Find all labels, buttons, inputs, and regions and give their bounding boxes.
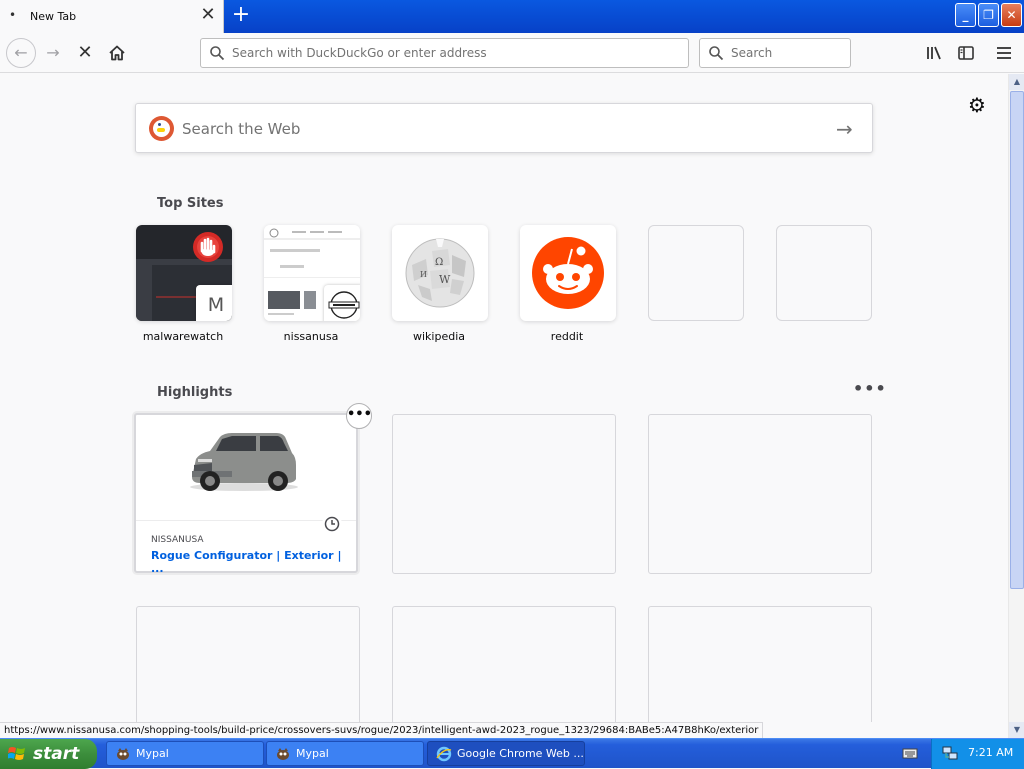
internet-explorer-icon (436, 746, 452, 762)
navigation-toolbar: ← → ✕ Search with DuckDuckGo or enter ad… (0, 33, 1024, 73)
sidebar-icon (958, 46, 974, 60)
taskbar-button-ie[interactable]: Google Chrome Web ... (427, 741, 585, 766)
tile-letter-badge: M (196, 285, 232, 321)
taskbar-button-mypal[interactable]: Mypal (266, 741, 424, 766)
top-site-tile-malwarewatch[interactable]: M (136, 225, 232, 321)
home-button[interactable] (103, 39, 131, 67)
reddit-logo-icon (532, 237, 604, 309)
highlight-card[interactable]: NISSANUSA Rogue Configurator | Exterior … (134, 413, 358, 575)
nissan-logo-icon (324, 285, 360, 321)
hamburger-menu-icon (997, 47, 1011, 59)
close-window-button[interactable]: ✕ (1001, 3, 1022, 27)
taskbar-button-label: Mypal (136, 747, 169, 760)
address-bar-placeholder: Search with DuckDuckGo or enter address (232, 46, 487, 60)
scrollbar-thumb[interactable] (1010, 91, 1024, 589)
windows-taskbar: start Mypal Mypal Google Chrome Web ... … (0, 738, 1024, 769)
new-tab-button[interactable]: + (228, 4, 254, 28)
top-sites-heading: Top Sites (157, 196, 224, 211)
network-icon[interactable] (942, 745, 958, 761)
search-bar-placeholder: Search (731, 46, 773, 60)
duckduckgo-logo-icon (149, 116, 174, 141)
scroll-down-arrow-icon[interactable]: ▼ (1009, 722, 1024, 738)
home-icon (109, 45, 125, 61)
taskbar-clock[interactable]: 7:21 AM (968, 746, 1013, 759)
search-icon (709, 46, 724, 61)
menu-button[interactable] (990, 39, 1018, 67)
status-link-url: https://www.nissanusa.com/shopping-tools… (0, 722, 764, 738)
settings-gear-icon[interactable]: ⚙ (966, 94, 988, 116)
mypal-app-icon (117, 748, 129, 760)
taskbar-button-label: Google Chrome Web ... (457, 747, 584, 760)
top-site-tile-wikipedia[interactable]: Ω W И (392, 225, 488, 321)
highlight-context-menu-button[interactable]: ••• (346, 403, 372, 429)
new-tab-page: ⚙ Search the Web → Top Sites M Ω W И mal… (0, 74, 1008, 722)
stop-button[interactable]: ✕ (71, 39, 99, 67)
tab-loading-icon: • (9, 8, 17, 22)
highlight-empty-slot (136, 606, 360, 722)
mypal-app-icon (277, 748, 289, 760)
highlight-source: NISSANUSA (151, 535, 204, 545)
search-icon (210, 46, 225, 61)
start-button[interactable]: start (0, 739, 97, 769)
back-button[interactable]: ← (6, 38, 36, 68)
top-site-label[interactable]: malwarewatch (135, 330, 231, 343)
car-image (190, 433, 298, 491)
svg-text:И: И (420, 270, 427, 279)
search-bar[interactable]: Search (699, 38, 851, 68)
top-site-empty-slot (776, 225, 872, 321)
keyboard-icon[interactable] (902, 745, 918, 761)
web-search-box[interactable]: Search the Web → (135, 103, 873, 153)
search-submit-arrow-icon[interactable]: → (836, 117, 853, 141)
start-label: start (33, 744, 80, 764)
top-site-label[interactable]: wikipedia (391, 330, 487, 343)
web-search-placeholder: Search the Web (182, 120, 301, 138)
sidebar-button[interactable] (952, 39, 980, 67)
wikipedia-globe-icon: Ω W И (405, 238, 475, 308)
highlight-empty-slot (392, 606, 616, 722)
svg-text:W: W (439, 273, 451, 286)
svg-text:Ω: Ω (435, 257, 443, 268)
scroll-up-arrow-icon[interactable]: ▲ (1009, 74, 1024, 90)
clock-icon (322, 514, 342, 534)
top-site-empty-slot (648, 225, 744, 321)
library-button[interactable] (920, 39, 948, 67)
library-icon (927, 46, 941, 60)
highlight-thumbnail (136, 415, 356, 521)
top-site-label[interactable]: nissanusa (263, 330, 359, 343)
tab-strip: • New Tab ✕ + _ ❐ ✕ (0, 0, 1024, 33)
address-bar[interactable]: Search with DuckDuckGo or enter address (200, 38, 689, 68)
highlight-empty-slot (648, 606, 872, 722)
system-tray: 7:21 AM (931, 739, 1024, 769)
tab-close-icon[interactable]: ✕ (199, 6, 217, 24)
tab-new-tab[interactable]: • New Tab ✕ (0, 0, 224, 33)
maximize-button[interactable]: ❐ (978, 3, 999, 27)
highlight-empty-slot (648, 414, 872, 574)
tab-title: New Tab (30, 10, 77, 23)
taskbar-button-mypal[interactable]: Mypal (106, 741, 264, 766)
windows-flag-icon (8, 747, 25, 760)
highlights-heading: Highlights (157, 385, 233, 400)
highlights-more-options-icon[interactable]: ••• (853, 379, 887, 398)
top-site-tile-nissanusa[interactable] (264, 225, 360, 321)
taskbar-button-label: Mypal (296, 747, 329, 760)
minimize-button[interactable]: _ (955, 3, 976, 27)
top-site-label[interactable]: reddit (519, 330, 615, 343)
highlight-empty-slot (392, 414, 616, 574)
vertical-scrollbar[interactable]: ▲ ▼ (1008, 74, 1024, 738)
top-site-tile-reddit[interactable] (520, 225, 616, 321)
highlight-title[interactable]: Rogue Configurator | Exterior | ... (151, 549, 356, 575)
forward-button[interactable]: → (39, 39, 67, 67)
